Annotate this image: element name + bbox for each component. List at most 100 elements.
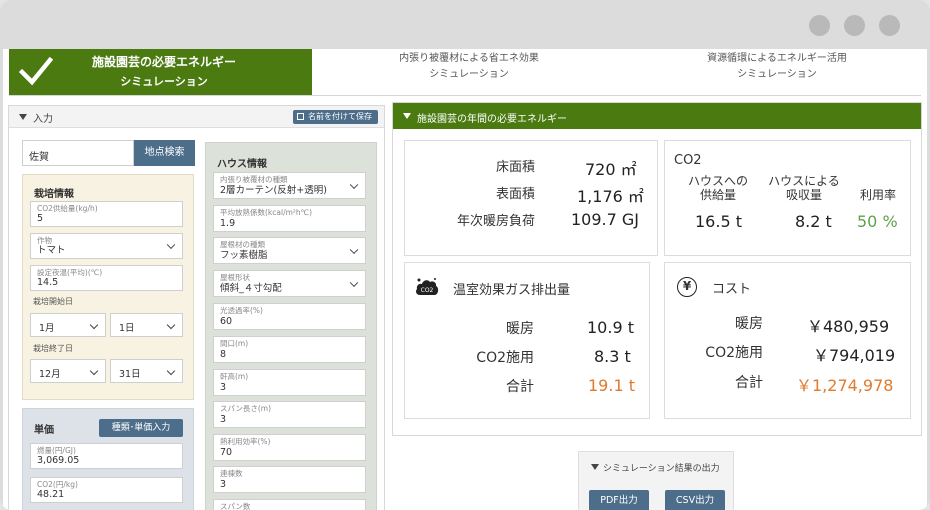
house-group: ハウス情報 内張り被覆材の種類 2層カーテン(反射+透明) 平均放熱係数(kca… [205,142,377,510]
pdf-export-button[interactable]: PDF出力 [589,490,649,510]
tab-energy-simulation[interactable]: 施設園芸の必要エネルギー シミュレーション [9,49,312,95]
chevron-down-icon [349,245,359,254]
cost-card: ¥ コスト 暖房 ￥480,959 CO2施用 ￥794,019 合計 ￥1,2… [664,262,911,419]
night-temp-value: 14.5 [37,277,59,288]
tab-active-title: 施設園芸の必要エネルギー [91,55,236,69]
chevron-down-icon [166,320,176,330]
light-transmittance-field[interactable]: 光透過率(%) 60 [213,303,366,330]
roof-shape-select[interactable]: 屋根形状 傾斜_４寸勾配 [213,270,366,297]
eave-height-value: 3 [220,382,227,393]
frontage-field[interactable]: 間口(m) 8 [213,336,366,363]
co2-card: CO2 ハウスへの 供給量 ハウスによる 吸収量 利用率 16.5 t 8.2 … [664,140,911,256]
start-month-select[interactable]: 1月 [30,313,106,337]
roof-material-select[interactable]: 屋根材の種類 フッ素樹脂 [213,237,366,264]
svg-text:CO2: CO2 [421,287,434,294]
span-length-field[interactable]: スパン長さ(m) 3 [213,401,366,428]
co2-cloud-icon: CO2 [416,278,439,295]
export-panel: シミュレーション結果の出力 PDF出力 CSV出力 [578,451,734,510]
co2-absorb-result-value: 8.2 t [795,212,832,231]
save-as-button[interactable]: 名前を付けて保存 [293,110,378,124]
tab-resource-title: 資源循環によるエネルギー活用 [707,53,847,64]
chevron-down-icon [89,366,99,376]
tab-active-subtitle: シミュレーション [120,75,208,88]
cover-material-value: 2層カーテン(反射+透明) [220,185,327,196]
price-input-button[interactable]: 種類･単価入力 [99,419,183,437]
co2-rate-value: 50 % [857,212,898,231]
chevron-down-icon [89,320,99,330]
cost-heating-value: ￥480,959 [807,317,890,336]
eave-height-field[interactable]: 軒高(m) 3 [213,369,366,396]
ghg-card: CO2 温室効果ガス排出量 暖房 10.9 t CO2施用 8.3 t 合計 1… [404,262,650,419]
co2-supply-result-label: ハウスへの 供給量 [681,174,755,202]
crop-value: トマト [37,245,66,256]
co2-supply-label-line1: ハウスへの [687,174,748,188]
co2-supply-field[interactable]: CO2供給量(kg/h) 5 [30,201,183,227]
input-panel: 入力 名前を付けて保存 佐賀 地点検索 栽培情報 CO2供給量(kg/h) 5 … [8,105,385,510]
input-panel-title: 入力 [33,114,53,125]
eave-height-label: 軒高(m) [220,372,249,381]
export-title: シミュレーション結果の出力 [603,464,720,474]
price-group: 単価 種類･単価入力 燃量(円/GJ) 3,069.05 CO2(円/kg) 4… [22,408,194,510]
app-content: 施設園芸の必要エネルギー シミュレーション 内張り被覆材による省エネ効果 シミュ… [3,49,927,510]
co2-card-title: CO2 [674,153,702,168]
crop-select[interactable]: 作物 トマト [30,233,183,259]
floor-area-label: 床面積 [495,160,535,175]
co2-supply-label: CO2供給量(kg/h) [37,204,98,213]
csv-export-button[interactable]: CSV出力 [665,490,725,510]
cover-material-select[interactable]: 内張り被覆材の種類 2層カーテン(反射+透明) [213,172,366,199]
heat-efficiency-value: 70 [220,447,233,458]
start-day-select[interactable]: 1日 [110,313,183,337]
collapse-triangle-icon [403,113,411,119]
ghg-heating-label: 暖房 [506,321,534,337]
cost-total-value: ￥1,274,978 [796,376,894,395]
heat-coefficient-field[interactable]: 平均放熱係数(kcal/m²h℃) 1.9 [213,205,366,232]
chevron-down-icon [166,366,176,376]
roof-shape-value: 傾斜_４寸勾配 [220,283,282,294]
input-panel-header[interactable]: 入力 名前を付けて保存 [9,106,384,128]
tab-insulation-simulation[interactable]: 内張り被覆材による省エネ効果 シミュレーション [394,51,544,83]
location-input[interactable]: 佐賀 [22,140,134,166]
fuel-price-value: 3,069.05 [37,455,80,466]
heat-efficiency-label: 熱利用効率(%) [220,437,271,446]
tab-insulation-subtitle: シミュレーション [429,69,509,80]
tab-resource-subtitle: シミュレーション [737,69,817,80]
browser-window: 施設園芸の必要エネルギー シミュレーション 内張り被覆材による省エネ効果 シミュ… [0,0,930,510]
night-temp-field[interactable]: 設定夜温(平均)(℃) 14.5 [30,265,183,291]
heat-efficiency-field[interactable]: 熱利用効率(%) 70 [213,434,366,461]
chevron-down-icon [349,278,359,287]
location-search-button[interactable]: 地点検索 [134,140,195,166]
floor-area-value: 720 ㎡ [585,160,637,179]
yen-icon: ¥ [677,277,697,297]
end-month-select[interactable]: 12月 [30,359,106,383]
window-dot-1[interactable] [809,15,830,36]
tab-resource-simulation[interactable]: 資源循環によるエネルギー活用 シミュレーション [697,51,857,83]
save-as-label: 名前を付けて保存 [308,112,372,121]
window-dot-3[interactable] [879,15,900,36]
start-day-value: 1日 [119,323,135,334]
bays-value: 3 [220,479,227,490]
window-dot-2[interactable] [844,15,865,36]
end-day-select[interactable]: 31日 [110,359,183,383]
bays-field[interactable]: 連棟数 3 [213,466,366,493]
simulation-tabs: 施設園芸の必要エネルギー シミュレーション 内張り被覆材による省エネ効果 シミュ… [9,49,921,96]
ghg-co2-label: CO2施用 [476,350,534,366]
cost-co2-label: CO2施用 [705,345,763,361]
spans-field[interactable]: スパン数 [213,499,366,510]
span-length-value: 3 [220,414,227,425]
co2-price-field[interactable]: CO2(円/kg) 48.21 [30,477,183,503]
light-transmittance-label: 光透過率(%) [220,306,263,315]
co2-supply-value: 5 [37,213,44,224]
result-panel-header[interactable]: 施設園芸の年間の必要エネルギー [393,103,921,129]
tab-insulation-title: 内張り被覆材による省エネ効果 [399,53,539,64]
save-icon [297,113,304,120]
chevron-down-icon [349,180,359,189]
surface-area-label: 表面積 [495,187,535,202]
collapse-triangle-icon [19,114,27,120]
fuel-price-field[interactable]: 燃量(円/GJ) 3,069.05 [30,443,183,469]
co2-rate-label: 利用率 [859,188,896,202]
cost-title: コスト [712,282,752,297]
frontage-value: 8 [220,349,227,360]
check-icon [19,56,53,86]
co2-supply-label-line2: 供給量 [699,188,736,202]
cost-co2-value: ￥794,019 [813,346,896,365]
